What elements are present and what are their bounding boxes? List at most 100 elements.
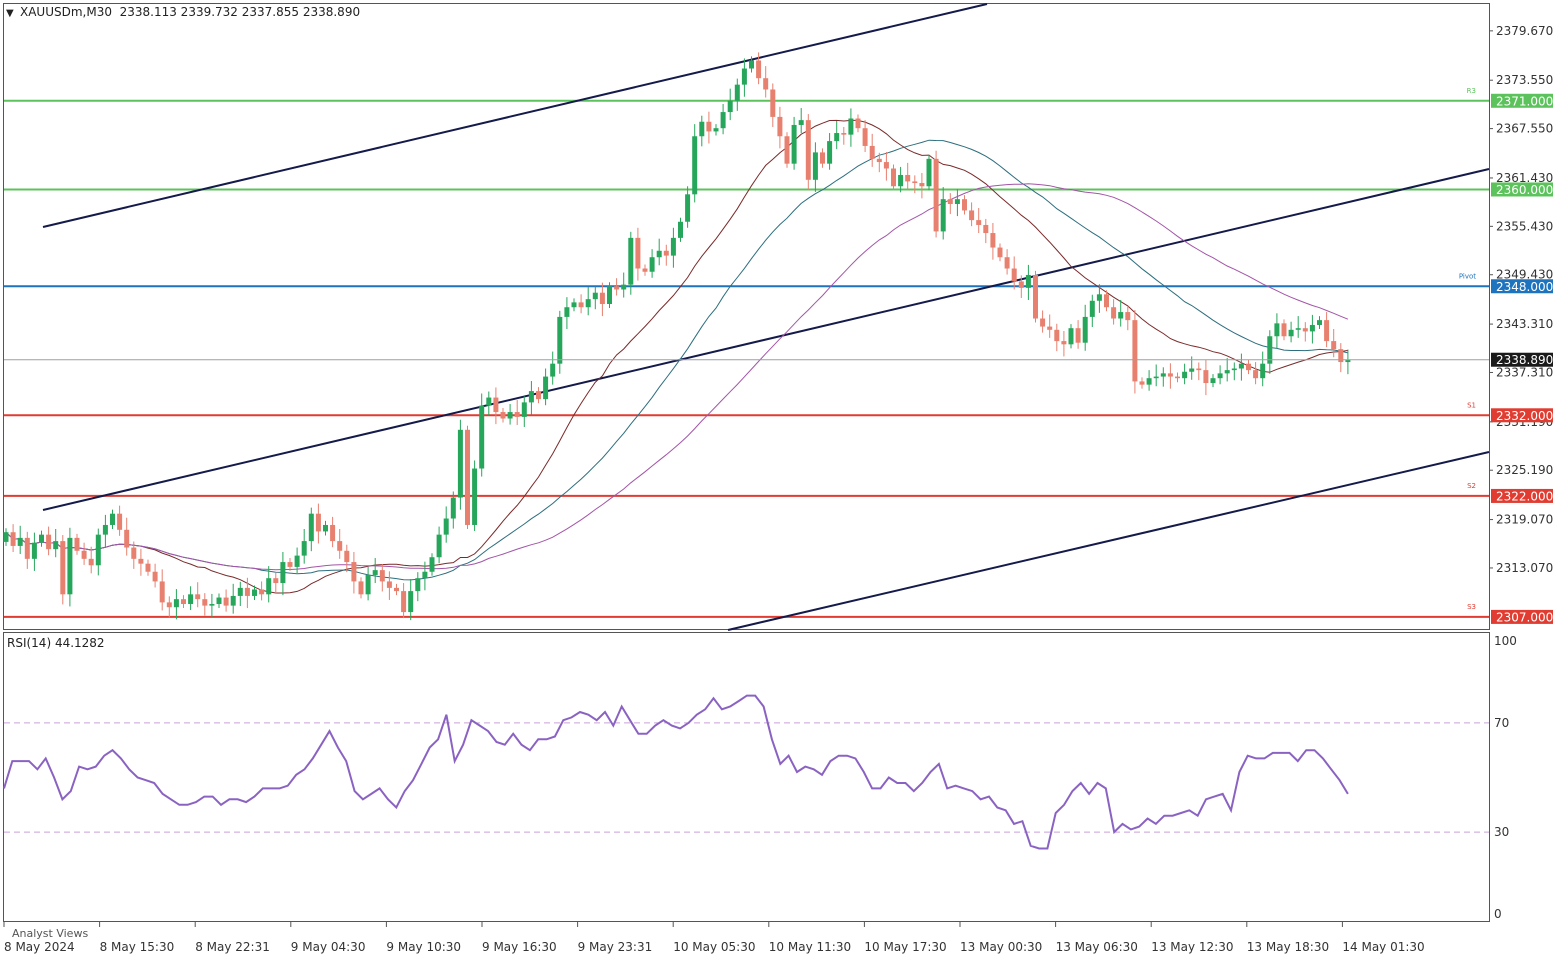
candle-body [252,589,257,596]
candle-body [1224,370,1230,374]
candle-body [379,570,385,582]
candle-body [10,532,16,546]
candle-body [486,397,492,406]
time-tick-label: 9 May 16:30 [482,940,557,954]
candle-body [1302,328,1308,332]
candle-body [1231,368,1237,371]
candle-body [1331,341,1337,350]
candle-body [763,78,769,90]
candle-body [1288,329,1294,337]
candle-body [1281,323,1287,337]
candle-body [883,162,889,169]
candle-body [53,541,59,550]
candle-body [372,570,378,575]
rsi-tick-label: 0 [1494,907,1502,921]
candle-body [1260,363,1266,379]
candle-body [365,574,371,595]
rsi-header: RSI(14) 44.1282 [7,636,105,650]
candle-body [294,555,300,567]
candle-body [926,158,932,187]
candle-body [1274,323,1280,337]
candle-body [17,537,23,546]
rsi-tick-label: 100 [1494,634,1517,648]
candle-body [1075,328,1081,343]
candle-body [905,174,911,182]
candle-body [195,594,201,600]
candle-body [358,581,364,595]
candle-body [933,158,939,232]
candle-body [280,562,286,584]
candle-body [656,250,662,258]
candle-body [1025,274,1031,288]
time-tick-label: 9 May 04:30 [291,940,366,954]
candle-body [60,541,66,595]
candle-body [1089,300,1095,317]
candle-body [138,558,144,564]
candle-body [1153,376,1159,379]
candle-body [507,412,513,419]
candle-body [344,550,350,563]
candle-body [479,405,485,469]
candle-body [1068,328,1074,345]
price-tick-label: 2319.070 [1496,513,1553,527]
candle-body [330,524,336,542]
candle-body [429,557,435,572]
candle-body [386,581,392,588]
time-tick-label: 10 May 11:30 [769,940,851,954]
candle-body [614,286,620,290]
candle-body [1125,312,1131,321]
candle-body [216,597,222,604]
candle-body [1324,320,1330,342]
level-price-label: 2307.000 [1496,610,1553,624]
candle-body [3,532,9,542]
time-tick-label: 14 May 01:30 [1342,940,1424,954]
candle-body [1082,316,1088,343]
candle-body [805,120,811,180]
candle-body [798,120,804,125]
candle-body [607,286,612,304]
level-price-label: 2348.000 [1496,280,1553,294]
candle-body [472,468,478,525]
candle-body [152,571,158,582]
candle-body [1118,312,1124,319]
level-price-label: 2360.000 [1496,183,1553,197]
candle-body [912,181,918,184]
candle-body [1104,294,1109,308]
candle-body [862,128,868,146]
candle-body [784,136,790,164]
candle-body [670,237,676,256]
candle-body [812,152,818,180]
candle-body [166,602,172,608]
candle-body [145,563,151,572]
main-pane-frame [3,3,1490,630]
candle-body [621,284,627,290]
symbol-dropdown-icon[interactable]: ▼ [6,8,14,19]
candle-body [898,174,904,187]
candle-body [1011,268,1017,282]
candle-body [777,116,783,137]
candle-body [408,591,414,613]
time-tick-label: 9 May 10:30 [386,940,461,954]
candle-body [663,250,669,256]
candle-body [323,524,328,532]
candle-body [642,268,648,272]
candle-body [940,199,946,232]
candle-body [209,604,215,606]
candle-body [1203,370,1209,384]
time-axis: 8 May 2024 8 May 15:30 8 May 22:31 9 May 04… [3,922,1425,954]
level-price-label: 2371.000 [1496,94,1553,108]
level-tag: S3 [1467,603,1476,611]
candle-body [95,534,101,566]
candle-body [756,60,762,79]
candle-body [820,152,825,164]
time-tick-label: 10 May 05:30 [673,940,755,954]
rsi-tick-label: 30 [1494,825,1509,839]
candle-body [678,221,683,238]
time-tick-label: 13 May 00:30 [960,940,1042,954]
candle-body [117,513,123,530]
candle-body [1295,328,1301,330]
chart-header: XAUUSDm,M30 2338.113 2339.732 2337.855 2… [20,5,360,19]
candle-body [67,537,73,595]
time-tick-label: 8 May 2024 [4,940,75,954]
price-tick-label: 2367.550 [1496,122,1553,136]
